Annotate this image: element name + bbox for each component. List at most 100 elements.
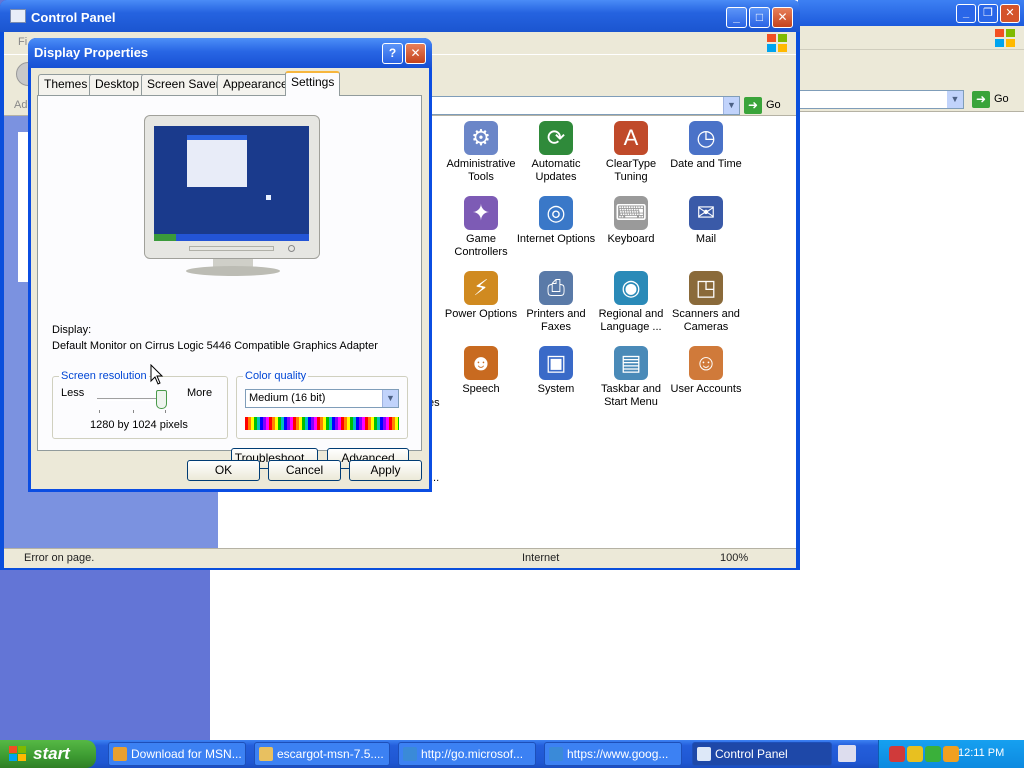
minimize-icon[interactable]: _ [956, 4, 976, 23]
cancel-button[interactable]: Cancel [268, 460, 341, 481]
control-panel-item-label: System [537, 383, 575, 395]
control-panel-item[interactable]: ⌨ Keyboard [591, 196, 671, 246]
menu-file[interactable]: Fi [18, 36, 27, 48]
control-panel-item[interactable]: ▣ System [516, 346, 596, 396]
start-button[interactable]: start [0, 740, 96, 768]
control-panel-item-label: Power Options [444, 308, 518, 320]
control-panel-icon [10, 9, 26, 23]
dialog-body: Themes Desktop Screen Saver Appearance S… [31, 68, 429, 489]
control-panel-item[interactable]: ✉ Mail [666, 196, 746, 246]
monitor-screen [154, 126, 309, 241]
tab-appearance[interactable]: Appearance [217, 74, 294, 95]
tab-themes[interactable]: Themes [38, 74, 94, 95]
tab-screen-saver[interactable]: Screen Saver [141, 74, 226, 95]
power-button-icon [288, 245, 295, 252]
control-panel-item-label: Mail [695, 233, 717, 245]
apply-button[interactable]: Apply [349, 460, 422, 481]
control-panel-titlebar[interactable]: Control Panel _ □ ✕ [0, 0, 800, 32]
background-go-button[interactable]: ➜ Go [972, 90, 1009, 109]
taskbar-button[interactable]: escargot-msn-7.5.... [254, 742, 390, 766]
go-label: Go [994, 93, 1009, 105]
background-address-field[interactable]: ▼ [798, 90, 964, 109]
control-panel-item[interactable]: ⚡ Power Options [441, 271, 521, 321]
background-menubar [798, 26, 1024, 50]
slider-tick [133, 410, 134, 413]
dialog-close-button[interactable]: ✕ [405, 43, 426, 64]
control-panel-item[interactable]: ◷ Date and Time [666, 121, 746, 171]
search-icon[interactable] [943, 746, 959, 762]
monitor-base [186, 266, 280, 276]
maximize-button[interactable]: □ [749, 7, 770, 28]
chevron-down-icon[interactable]: ▼ [947, 91, 963, 108]
control-panel-item-label: ClearType Tuning [605, 158, 657, 183]
keyboard-icon: ⌨ [614, 196, 648, 230]
display-properties-dialog[interactable]: Display Properties ? ✕ Themes Desktop Sc… [28, 38, 432, 492]
resolution-value: 1280 by 1024 pixels [90, 419, 188, 431]
keyboard-icon[interactable] [838, 745, 856, 762]
control-panel-item[interactable]: ⎙ Printers and Faxes [516, 271, 596, 334]
help-button[interactable]: ? [382, 43, 403, 64]
windows-logo-icon [995, 29, 1015, 47]
taskbar-button-label: escargot-msn-7.5.... [277, 747, 384, 761]
control-panel-item-label: Automatic Updates [531, 158, 581, 183]
control-panel-item[interactable]: A ClearType Tuning [591, 121, 671, 184]
control-panel-item[interactable]: ✦ Game Controllers [441, 196, 521, 259]
control-panel-item-label: Scanners and Cameras [672, 308, 740, 333]
user-accounts-icon: ☺ [689, 346, 723, 380]
task-app-icon [403, 747, 417, 761]
control-panel-item-label: Printers and Faxes [526, 308, 586, 333]
control-panel-item[interactable]: ⟳ Automatic Updates [516, 121, 596, 184]
control-panel-title: Control Panel [31, 10, 116, 25]
go-button[interactable]: ➜ Go [744, 96, 781, 115]
status-zoom: 100% [720, 552, 749, 564]
taskbar-button[interactable]: https://www.goog... [544, 742, 682, 766]
settings-panel: Display: Default Monitor on Cirrus Logic… [37, 95, 422, 469]
mouse-pointer-icon [150, 364, 164, 385]
control-panel-item[interactable]: ☺ User Accounts [666, 346, 746, 396]
cleartype-icon: A [614, 121, 648, 155]
control-panel-item-label: Speech [462, 383, 500, 395]
control-panel-item[interactable]: ◎ Internet Options [516, 196, 596, 246]
date-time-icon: ◷ [689, 121, 723, 155]
chevron-down-icon[interactable]: ▼ [382, 390, 398, 407]
restore-icon[interactable]: ❐ [978, 4, 998, 23]
start-label: start [33, 744, 70, 763]
taskbar-button[interactable]: http://go.microsof... [398, 742, 536, 766]
admin-tools-icon: ⚙ [464, 121, 498, 155]
control-panel-item[interactable]: ◉ Regional and Language ... [591, 271, 671, 334]
taskbar-button[interactable]: Control Panel [692, 742, 832, 766]
control-panel-item[interactable]: ◳ Scanners and Cameras [666, 271, 746, 334]
color-quality-select[interactable]: Medium (16 bit) ▼ [245, 389, 399, 408]
control-panel-item-label: Keyboard [607, 233, 655, 245]
tab-desktop[interactable]: Desktop [89, 74, 146, 95]
resolution-slider-thumb[interactable] [156, 390, 167, 409]
chevron-down-icon[interactable]: ▼ [723, 97, 739, 114]
security-shield-icon[interactable] [907, 746, 923, 762]
ok-button[interactable]: OK [187, 460, 260, 481]
status-zone: Internet [522, 552, 560, 564]
minimize-button[interactable]: _ [726, 7, 747, 28]
color-quality-value: Medium (16 bit) [249, 392, 326, 404]
slider-tick [165, 410, 166, 413]
address-field[interactable]: ▼ [404, 96, 740, 115]
printers-icon: ⎙ [539, 271, 573, 305]
tab-settings[interactable]: Settings [285, 71, 341, 96]
clock[interactable]: 12:11 PM [958, 747, 1004, 759]
dialog-titlebar[interactable]: Display Properties ? ✕ [28, 38, 432, 68]
background-window-titlebar[interactable]: _ ❐ ✕ [798, 0, 1024, 26]
close-icon[interactable]: ✕ [1000, 4, 1020, 23]
control-panel-item-label: Regional and Language ... [598, 308, 664, 333]
resolution-less: Less [61, 387, 85, 399]
background-address-bar: ▼ ➜ Go [798, 88, 1024, 112]
network-icon[interactable] [889, 746, 905, 762]
scanners-icon: ◳ [689, 271, 723, 305]
control-panel-item[interactable]: ▤ Taskbar and Start Menu [591, 346, 671, 409]
control-panel-item[interactable]: ☻ Speech [441, 346, 521, 396]
taskbar-button[interactable]: Download for MSN... [108, 742, 246, 766]
control-panel-item[interactable]: ⚙ Administrative Tools [441, 121, 521, 184]
taskbar: start Download for MSN... escargot-msn-7.… [0, 740, 1024, 768]
background-window[interactable]: _ ❐ ✕ ▼ ➜ Go [798, 0, 1024, 740]
preview-window [187, 135, 247, 187]
close-button[interactable]: ✕ [772, 7, 793, 28]
msn-icon[interactable] [925, 746, 941, 762]
